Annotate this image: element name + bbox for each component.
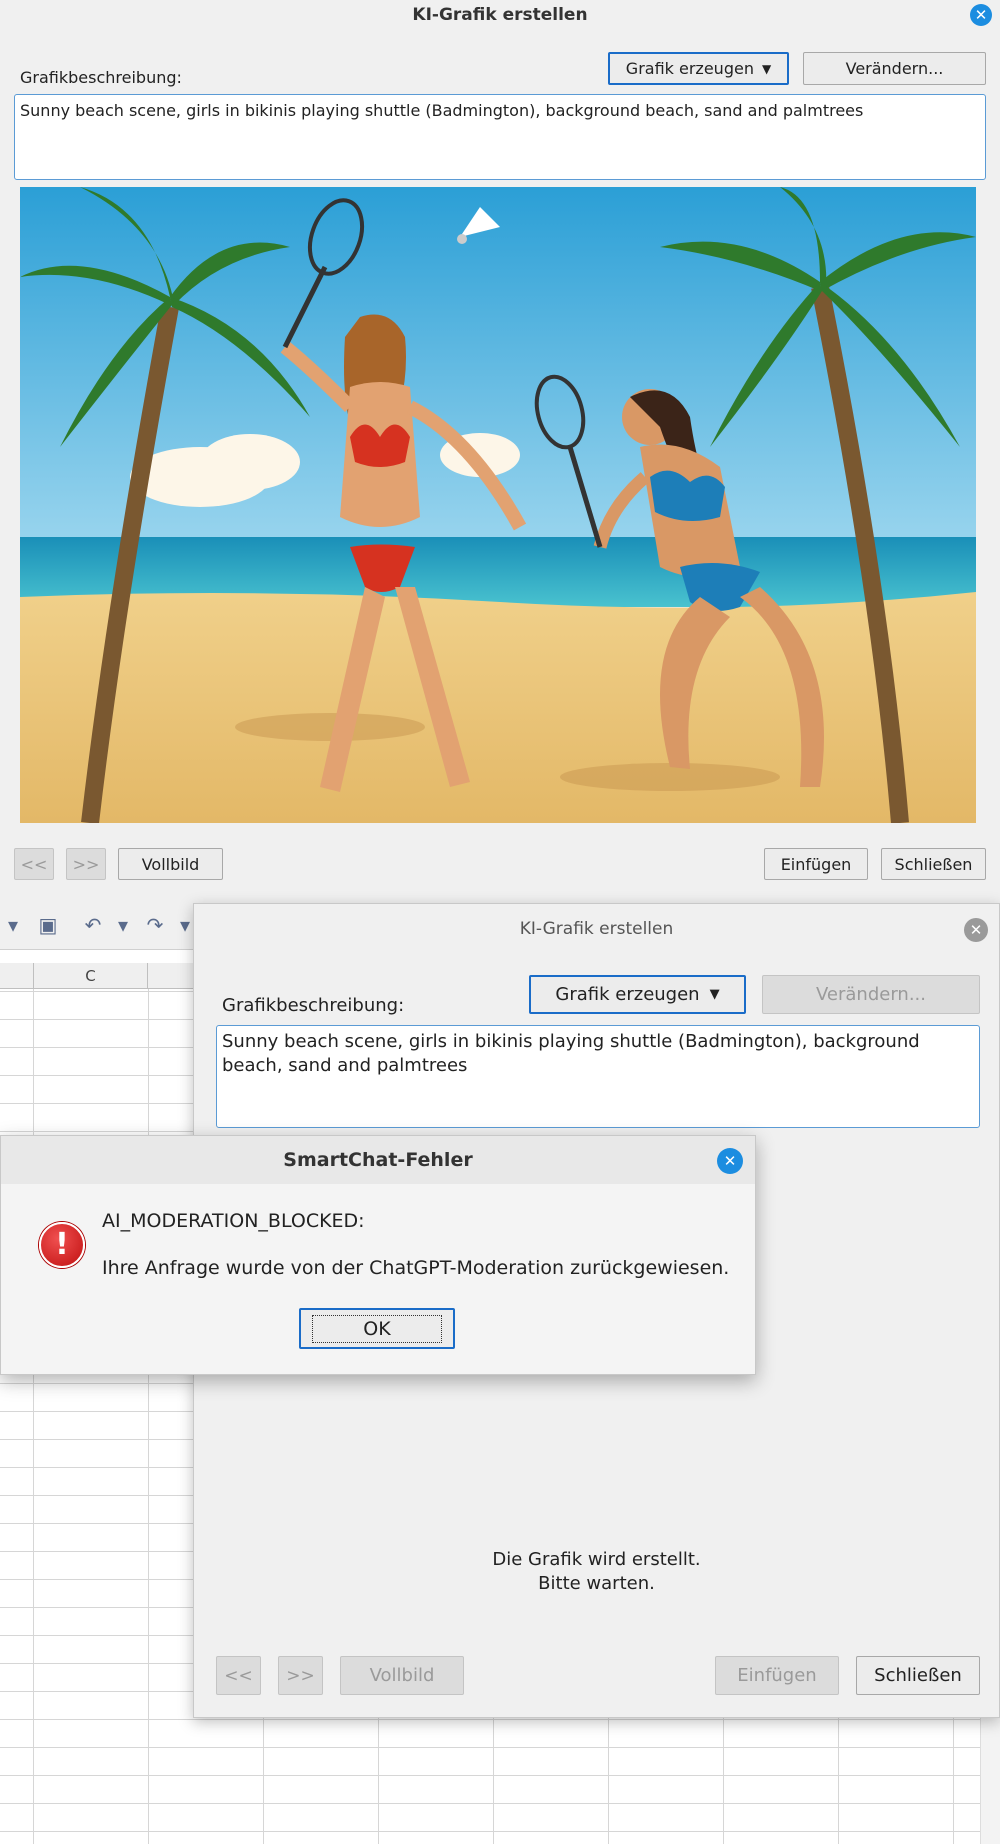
status-line-1: Die Grafik wird erstellt. — [492, 1549, 701, 1570]
generate-image-button[interactable]: Grafik erzeugen ▼ — [529, 975, 746, 1014]
close-button[interactable]: Schließen — [856, 1656, 980, 1695]
dialog-title: KI-Grafik erstellen — [412, 5, 588, 25]
description-label: Grafikbeschreibung: — [222, 995, 405, 1016]
generate-image-button[interactable]: Grafik erzeugen ▼ — [608, 52, 789, 85]
chevron-down-icon: ▼ — [761, 61, 772, 76]
fullscreen-button[interactable]: Vollbild — [340, 1656, 464, 1695]
dropdown-arrow-icon[interactable]: ▾ — [0, 912, 26, 938]
description-input[interactable]: Sunny beach scene, girls in bikinis play… — [14, 94, 986, 180]
error-dialog-title: SmartChat-Fehler — [1, 1136, 755, 1184]
description-input[interactable]: Sunny beach scene, girls in bikinis play… — [216, 1025, 980, 1128]
error-dialog: SmartChat-Fehler ✕ ! AI_MODERATION_BLOCK… — [0, 1135, 756, 1375]
undo-icon[interactable]: ↶ — [80, 912, 106, 938]
next-button[interactable]: >> — [278, 1656, 323, 1695]
fullscreen-button[interactable]: Vollbild — [118, 848, 223, 880]
generate-button-label: Grafik erzeugen — [625, 59, 754, 78]
save-icon[interactable]: ▣ — [35, 912, 61, 938]
redo-icon[interactable]: ↷ — [142, 912, 168, 938]
modify-button[interactable]: Verändern... — [803, 52, 986, 85]
close-icon[interactable]: ✕ — [717, 1148, 743, 1174]
close-button[interactable]: Schließen — [881, 848, 986, 880]
status-line-2: Bitte warten. — [538, 1573, 655, 1594]
description-label: Grafikbeschreibung: — [20, 68, 182, 87]
prev-button[interactable]: << — [216, 1656, 261, 1695]
error-message: Ihre Anfrage wurde von der ChatGPT-Moder… — [102, 1257, 730, 1279]
generate-button-label: Grafik erzeugen — [555, 984, 700, 1005]
error-icon: ! — [39, 1222, 85, 1268]
close-icon[interactable]: ✕ — [964, 918, 988, 942]
modify-button[interactable]: Verändern... — [762, 975, 980, 1014]
error-code: AI_MODERATION_BLOCKED: — [102, 1210, 365, 1232]
prev-button[interactable]: << — [14, 848, 54, 880]
next-button[interactable]: >> — [66, 848, 106, 880]
beach-scene-image — [20, 187, 976, 823]
close-icon[interactable]: ✕ — [970, 4, 992, 26]
insert-button[interactable]: Einfügen — [764, 848, 868, 880]
dialog2-title: KI-Grafik erstellen — [519, 919, 674, 939]
column-c-header[interactable]: C — [33, 963, 148, 989]
undo-dropdown-icon[interactable]: ▾ — [110, 912, 136, 938]
ok-button[interactable]: OK — [299, 1308, 455, 1349]
ai-image-dialog: KI-Grafik erstellen ✕ Grafikbeschreibung… — [0, 0, 1000, 900]
generated-image — [20, 187, 976, 823]
ok-button-label: OK — [312, 1314, 442, 1343]
insert-button[interactable]: Einfügen — [715, 1656, 839, 1695]
chevron-down-icon: ▼ — [709, 987, 720, 1002]
